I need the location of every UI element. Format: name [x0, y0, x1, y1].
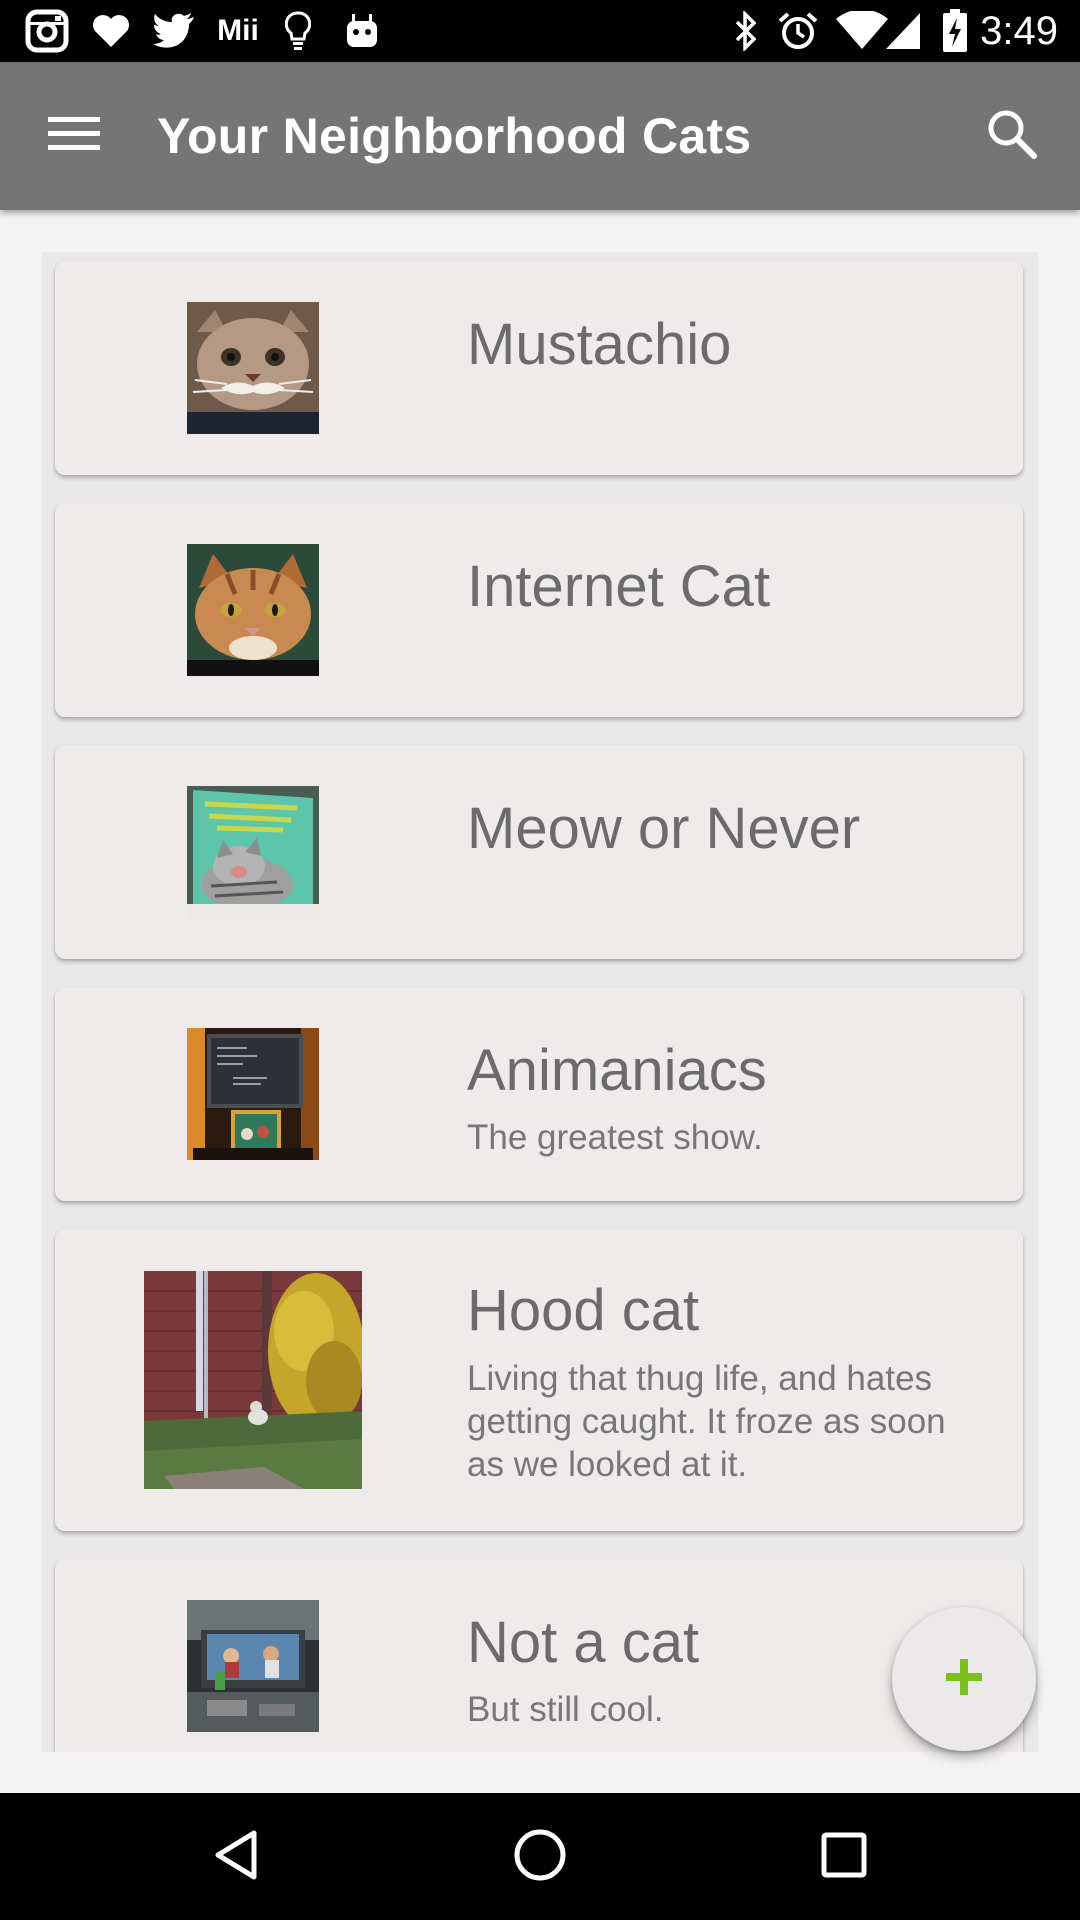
twitter-icon — [150, 0, 198, 62]
cat-name: Mustachio — [467, 312, 732, 377]
home-button[interactable] — [494, 1811, 586, 1903]
cat-name: Animaniacs — [467, 1038, 767, 1103]
hamburger-menu-icon — [48, 115, 100, 157]
cat-name: Internet Cat — [467, 554, 771, 619]
back-button[interactable] — [190, 1811, 282, 1903]
heart-icon — [88, 0, 134, 62]
cat-card[interactable]: Not a cat But still cool. — [55, 1559, 1023, 1752]
back-triangle-icon — [212, 1829, 260, 1885]
bluetooth-icon — [728, 0, 764, 62]
android-icon — [342, 0, 382, 62]
cat-card[interactable]: Hood cat Living that thug life, and hate… — [55, 1229, 1023, 1531]
plus-icon — [944, 1657, 984, 1701]
home-circle-icon — [513, 1828, 567, 1886]
search-button[interactable] — [974, 98, 1050, 174]
instagram-icon — [22, 0, 72, 62]
recents-button[interactable] — [798, 1811, 890, 1903]
book-cover-yawning-kitten-photo — [187, 786, 319, 918]
app-title: Your Neighborhood Cats — [157, 108, 752, 164]
cat-name: Hood cat — [467, 1278, 700, 1343]
status-clock: 3:49 — [980, 9, 1058, 53]
cat-card[interactable]: Mustachio — [55, 261, 1023, 475]
search-icon — [986, 108, 1038, 164]
signal-icon — [882, 0, 924, 62]
menu-button[interactable] — [38, 100, 110, 172]
recents-square-icon — [820, 1831, 868, 1883]
cat-with-mustache-photo — [187, 302, 319, 434]
app-bar: Your Neighborhood Cats — [0, 62, 1080, 210]
cat-card[interactable]: Meow or Never — [55, 745, 1023, 959]
cat-description: Living that thug life, and hates getting… — [467, 1359, 946, 1484]
cat-card[interactable]: Internet Cat — [55, 503, 1023, 717]
mii-icon: Mii — [217, 14, 259, 47]
tv-screen-animaniacs-photo — [187, 1028, 319, 1160]
cat-beside-brick-house-photo — [144, 1271, 362, 1489]
cat-list[interactable]: Mustachio Internet Cat Meow or Never Ani… — [42, 252, 1038, 1752]
status-bar: Mii 3:49 — [0, 0, 1080, 62]
living-room-tv-photo — [187, 1600, 319, 1732]
cat-description: The greatest show. — [467, 1118, 763, 1157]
alarm-icon — [776, 0, 820, 62]
battery-charging-icon — [938, 0, 972, 62]
cat-name: Meow or Never — [467, 796, 861, 861]
add-cat-button[interactable] — [892, 1607, 1036, 1751]
orange-tabby-cat-photo — [187, 544, 319, 676]
cat-name: Not a cat — [467, 1610, 700, 1675]
navigation-bar — [0, 1793, 1080, 1920]
lightbulb-icon — [280, 0, 316, 62]
cat-card[interactable]: Animaniacs The greatest show. — [55, 987, 1023, 1201]
